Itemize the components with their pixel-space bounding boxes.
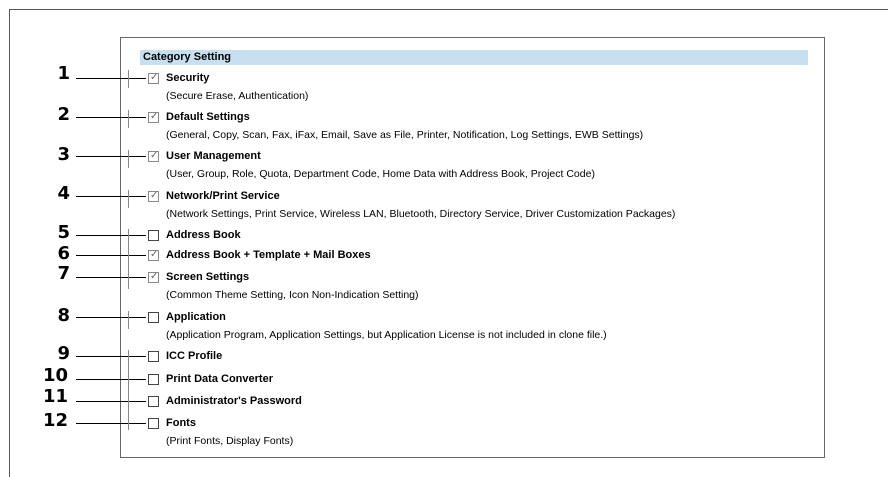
callout-leader-line (76, 255, 146, 256)
callout-number: 6 (57, 243, 70, 264)
category-description: (Network Settings, Print Service, Wirele… (166, 208, 676, 220)
category-description: (Secure Erase, Authentication) (166, 90, 309, 102)
callout-number: 1 (57, 63, 70, 84)
category-label: Default Settings (166, 111, 250, 123)
callout-leader-line (76, 156, 146, 157)
category-checkbox[interactable] (148, 374, 159, 385)
callout-number: 10 (42, 365, 68, 386)
outer-frame-left (9, 9, 10, 477)
tree-connector-line (128, 311, 129, 329)
category-label: Network/Print Service (166, 190, 280, 202)
callout-leader-line (76, 235, 146, 236)
category-checkbox[interactable] (148, 230, 159, 241)
callout-leader-line (76, 356, 146, 357)
category-setting-header: Category Setting (140, 50, 808, 65)
tree-connector-line (128, 350, 129, 430)
outer-frame-top (9, 9, 888, 10)
category-checkbox[interactable] (148, 249, 159, 261)
category-label: User Management (166, 150, 261, 162)
callout-leader-line (76, 196, 146, 197)
callout-leader-line (76, 379, 146, 380)
callout-leader-line (76, 423, 146, 424)
callout-number: 3 (57, 144, 70, 165)
callout-number: 9 (57, 343, 70, 364)
callout-number: 7 (57, 263, 70, 284)
callout-leader-line (76, 317, 146, 318)
callout-number: 4 (57, 183, 70, 204)
callout-leader-line (76, 78, 146, 79)
callout-leader-line (76, 277, 146, 278)
category-checkbox[interactable] (148, 396, 159, 407)
category-description: (Common Theme Setting, Icon Non-Indicati… (166, 289, 419, 301)
category-checkbox[interactable] (148, 418, 159, 429)
category-description: (Application Program, Application Settin… (166, 329, 607, 341)
category-description: (General, Copy, Scan, Fax, iFax, Email, … (166, 129, 644, 141)
category-checkbox[interactable] (148, 111, 159, 123)
tree-connector-line (128, 110, 129, 128)
category-description: (User, Group, Role, Quota, Department Co… (166, 168, 595, 180)
category-label: Security (166, 72, 210, 84)
callout-number: 8 (57, 305, 70, 326)
category-checkbox[interactable] (148, 72, 159, 84)
category-checkbox[interactable] (148, 190, 159, 202)
category-checkbox[interactable] (148, 312, 159, 323)
tree-connector-line (128, 271, 129, 289)
category-label: Print Data Converter (166, 373, 273, 385)
callout-number: 2 (57, 104, 70, 125)
category-label: Address Book + Template + Mail Boxes (166, 249, 371, 261)
callout-number: 11 (42, 386, 68, 407)
callout-leader-line (76, 117, 146, 118)
category-label: Address Book (166, 229, 241, 241)
tree-connector-line (128, 190, 129, 208)
category-checkbox[interactable] (148, 351, 159, 362)
category-checkbox[interactable] (148, 271, 159, 283)
callout-number: 12 (42, 410, 68, 431)
tree-connector-line (128, 150, 129, 168)
category-label: Application (166, 311, 226, 323)
category-label: Fonts (166, 417, 196, 429)
category-label: ICC Profile (166, 350, 223, 362)
category-label: Screen Settings (166, 271, 250, 283)
category-label: Administrator's Password (166, 395, 302, 407)
callout-number: 5 (57, 222, 70, 243)
tree-connector-line (128, 70, 129, 88)
category-checkbox[interactable] (148, 150, 159, 162)
category-description: (Print Fonts, Display Fonts) (166, 435, 294, 447)
callout-leader-line (76, 401, 146, 402)
